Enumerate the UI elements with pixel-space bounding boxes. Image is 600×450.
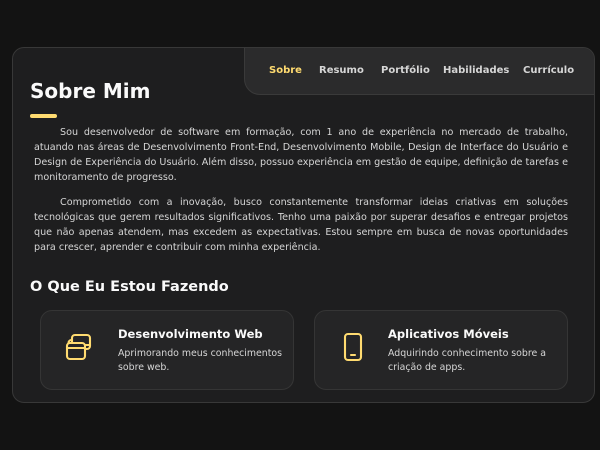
title-underline bbox=[30, 114, 57, 118]
about-card: Sobre Resumo Portfólio Habilidades Currí… bbox=[12, 47, 595, 403]
service-text: Aprimorando meus conhecimentos sobre web… bbox=[118, 348, 283, 373]
nav-item-portfolio[interactable]: Portfólio bbox=[381, 65, 430, 76]
nav-item-curriculo[interactable]: Currículo bbox=[523, 65, 574, 76]
service-title: Aplicativos Móveis bbox=[388, 327, 509, 341]
service-card-web: Desenvolvimento Web Aprimorando meus con… bbox=[40, 310, 294, 390]
nav-item-habilidades[interactable]: Habilidades bbox=[443, 65, 509, 76]
about-paragraph-1: Sou desenvolvedor de software em formaçã… bbox=[34, 127, 568, 183]
service-text: Adquirindo conhecimento sobre a criação … bbox=[388, 348, 547, 373]
service-card-mobile: Aplicativos Móveis Adquirindo conhecimen… bbox=[314, 310, 568, 390]
service-title: Desenvolvimento Web bbox=[118, 327, 263, 341]
page-title: Sobre Mim bbox=[30, 79, 151, 103]
nav-item-resumo[interactable]: Resumo bbox=[319, 65, 364, 76]
section-title-services: O Que Eu Estou Fazendo bbox=[30, 279, 229, 295]
about-paragraph-2: Comprometido com a inovação, busco const… bbox=[34, 197, 568, 253]
nav-item-sobre[interactable]: Sobre bbox=[269, 65, 302, 76]
navbar: Sobre Resumo Portfólio Habilidades Currí… bbox=[244, 48, 594, 95]
